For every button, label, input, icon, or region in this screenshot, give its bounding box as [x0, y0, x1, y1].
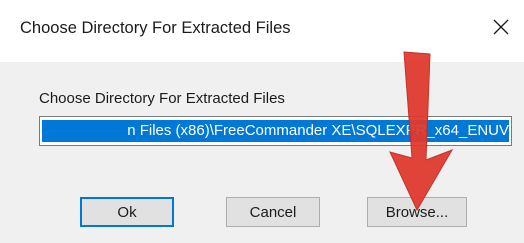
ok-button[interactable]: Ok	[80, 197, 174, 227]
browse-button[interactable]: Browse...	[367, 197, 467, 227]
path-value: n Files (x86)\FreeCommander XE\SQLEXPR_x…	[127, 122, 509, 139]
selected-path-text: n Files (x86)\FreeCommander XE\SQLEXPR_x…	[42, 120, 509, 142]
title-bar: Choose Directory For Extracted Files	[0, 0, 524, 62]
dialog-content: Choose Directory For Extracted Files n F…	[0, 62, 524, 243]
dialog-title: Choose Directory For Extracted Files	[20, 19, 291, 37]
cancel-button[interactable]: Cancel	[226, 197, 320, 227]
directory-label: Choose Directory For Extracted Files	[39, 90, 285, 107]
close-icon[interactable]	[486, 12, 516, 42]
directory-path-input[interactable]: n Files (x86)\FreeCommander XE\SQLEXPR_x…	[39, 116, 512, 146]
choose-directory-dialog: Choose Directory For Extracted Files Cho…	[0, 0, 524, 243]
